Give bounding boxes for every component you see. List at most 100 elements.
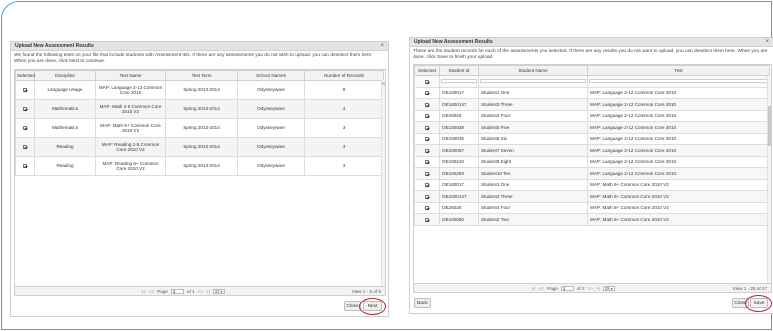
prev-page-icon[interactable]: <<	[539, 286, 544, 291]
student-name-cell: Student4 Four	[478, 201, 588, 214]
column-header-discipline[interactable]: Discipline	[34, 70, 96, 81]
row-checkbox[interactable]	[425, 194, 429, 199]
discipline-cell: Mathematics	[34, 99, 96, 119]
column-header-selected[interactable]: Selected	[414, 65, 440, 76]
table-row[interactable]: OE160017 Student1 One MAP: Language 2-12 C…	[414, 86, 770, 99]
table-row[interactable]: OE160028 Student5 Five MAP: Language 2-12 …	[414, 121, 770, 134]
student-id-cell: OE1600147	[439, 190, 479, 203]
page-number-input[interactable]	[560, 285, 574, 291]
next-button-highlight	[359, 298, 386, 315]
prev-page-icon[interactable]: <<	[149, 289, 154, 294]
school-cell: Odysseyware	[237, 137, 305, 157]
test-cell: MAP: Math 6+ Common Core 2010 V2	[587, 201, 770, 214]
table-row[interactable]: Language Usage MAP: Language 2-12 Common…	[15, 80, 384, 100]
close-icon[interactable]: ×	[380, 43, 384, 49]
table-row[interactable]: OE26028 Student4 Four MAP: Language 2-12 C…	[414, 109, 770, 122]
view-records-label: View 1 - 25 of 27	[732, 285, 767, 291]
row-checkbox[interactable]	[23, 126, 27, 131]
row-checkbox[interactable]	[425, 217, 429, 222]
table-row[interactable]: OE160216 Student8 Eight MAP: Language 2-12…	[414, 155, 770, 168]
row-checkbox[interactable]	[425, 91, 429, 96]
row-checkbox[interactable]	[23, 107, 27, 112]
test-term-cell: Spring 2013-2014	[165, 80, 238, 100]
test-filter-input[interactable]	[589, 79, 768, 84]
table-row[interactable]: OE1600147 Student3 Three MAP: Language 2-1…	[414, 98, 770, 111]
row-checkbox[interactable]	[425, 206, 429, 211]
records-cell: 3	[304, 137, 384, 157]
row-checkbox[interactable]	[23, 145, 27, 150]
table-row[interactable]: Reading MAP: Reading 6+ Common Core 2010…	[15, 156, 384, 176]
test-term-cell: Spring 2013-2014	[165, 137, 238, 157]
row-checkbox[interactable]	[425, 114, 429, 119]
column-header-test-term[interactable]: Test Term	[165, 70, 238, 81]
student-records-table: Selected Student Id Student Name Test OE…	[413, 64, 772, 293]
test-cell: MAP: Language 2-12 Common Core 2010	[587, 109, 770, 122]
row-checkbox[interactable]	[425, 160, 429, 165]
select-all-checkbox[interactable]	[425, 79, 429, 84]
row-checkbox[interactable]	[23, 88, 27, 93]
test-name-cell: MAP: Reading 6+ Common Core 2010 V2	[95, 156, 166, 176]
records-cell: 8	[304, 80, 384, 100]
school-cell: Odysseyware	[237, 80, 305, 100]
test-cell: MAP: Language 2-12 Common Core 2010	[587, 155, 770, 168]
table-row[interactable]: OE160293 Student10 Ten MAP: Language 2-12 …	[414, 167, 770, 180]
row-checkbox[interactable]	[425, 183, 429, 188]
page-size-select[interactable]: 25 ▾	[602, 285, 615, 291]
table-row[interactable]: OE160050 Student2 Two MAP: Math 6+ Common …	[414, 213, 770, 226]
close-icon[interactable]: ×	[765, 39, 769, 45]
student-name-filter-input[interactable]	[480, 79, 586, 84]
table-row[interactable]: OE160057 Student7 Seven MAP: Language 2-12…	[414, 144, 770, 157]
school-cell: Odysseyware	[237, 99, 305, 119]
page-number-input[interactable]	[170, 288, 184, 294]
dialog-description: These are the student records for each o…	[413, 49, 768, 60]
table-pager: |< << Page of 2 >> >| 25 ▾ View 1 - 25 o…	[414, 283, 771, 292]
table-row[interactable]: OE160045 Student6 Six MAP: Language 2-12 C…	[414, 132, 770, 145]
test-term-cell: Spring 2013-2014	[165, 156, 238, 176]
view-records-label: View 1 - 5 of 5	[351, 288, 381, 294]
student-name-cell: Student4 Four	[478, 109, 588, 122]
row-checkbox[interactable]	[425, 125, 429, 130]
table-row[interactable]: Reading MAP: Reading 2-5 Common Core 201…	[15, 137, 384, 157]
table-row[interactable]: Mathematics MAP: Math 6+ Common Core 201…	[15, 118, 384, 138]
dialog-title: Upload New Assessment Results	[414, 39, 493, 45]
table-row[interactable]: OE160017 Student1 One MAP: Math 6+ Common …	[414, 178, 770, 191]
student-id-cell: OE26028	[439, 109, 479, 122]
student-id-filter-input[interactable]	[441, 79, 477, 84]
upload-assessment-dialog-step1: Upload New Assessment Results × We found…	[10, 41, 389, 317]
row-checkbox[interactable]	[23, 164, 27, 169]
column-header-test-name[interactable]: Test Name	[95, 70, 166, 81]
next-page-icon[interactable]: >>	[198, 289, 203, 294]
last-page-icon[interactable]: >|	[206, 289, 210, 294]
table-row[interactable]: Mathematics MAP: Math 2-5 Common Core 20…	[15, 99, 384, 119]
column-header-school-names[interactable]: School Names	[237, 70, 305, 81]
row-checkbox[interactable]	[425, 137, 429, 142]
table-pager: |< << Page of 1 >> >| 25 ▾ View 1 - 5 of…	[15, 286, 385, 295]
last-page-icon[interactable]: >|	[596, 286, 600, 291]
column-header-number-of-records[interactable]: Number of Records	[304, 70, 384, 81]
table-row[interactable]: OE1600147 Student3 Three MAP: Math 6+ Comm…	[414, 190, 770, 203]
table-row[interactable]: OE26026 Student4 Four MAP: Math 6+ Common …	[414, 201, 770, 214]
scroll-up-arrow[interactable]	[382, 82, 385, 85]
page-size-select[interactable]: 25 ▾	[212, 288, 225, 294]
scroll-thumb[interactable]	[768, 106, 771, 146]
filter-row	[414, 75, 770, 88]
column-header-selected[interactable]: Selected	[15, 70, 35, 81]
student-name-cell: Student1 One	[478, 178, 588, 191]
first-page-icon[interactable]: |<	[142, 289, 146, 294]
back-button[interactable]: Back	[414, 298, 431, 308]
first-page-icon[interactable]: |<	[532, 286, 536, 291]
row-checkbox[interactable]	[425, 102, 429, 107]
next-page-icon[interactable]: >>	[588, 286, 593, 291]
column-header-student-id[interactable]: Student Id	[439, 65, 479, 76]
row-checkbox[interactable]	[425, 171, 429, 176]
page-count-label: of 1	[186, 288, 195, 294]
table-scrollbar[interactable]	[767, 76, 771, 284]
test-cell: MAP: Math 6+ Common Core 2010 V2	[587, 190, 770, 203]
column-header-student-name[interactable]: Student Name	[478, 65, 588, 76]
table-scrollbar[interactable]	[381, 80, 385, 286]
records-cell: 3	[304, 118, 384, 138]
student-id-cell: OE26026	[439, 201, 479, 214]
column-header-test[interactable]: Test	[587, 65, 770, 76]
student-name-cell: Student3 Three	[478, 190, 588, 203]
row-checkbox[interactable]	[425, 148, 429, 153]
